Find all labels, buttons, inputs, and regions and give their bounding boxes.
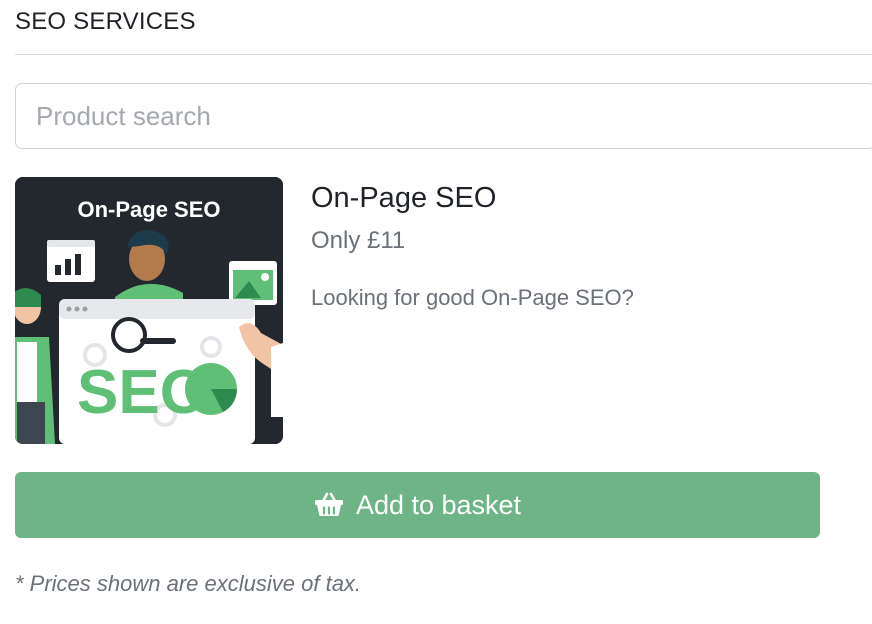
pie-chart-icon: [185, 363, 237, 415]
product-name[interactable]: On-Page SEO: [311, 182, 496, 215]
product-price: Only £11: [311, 227, 406, 254]
product-image[interactable]: On-Page SEO SEO: [15, 177, 283, 444]
product-search-input[interactable]: [15, 83, 872, 149]
section-title: SEO SERVICES: [15, 8, 196, 35]
add-to-basket-button[interactable]: Add to basket: [15, 472, 820, 538]
picture-icon: [229, 261, 277, 305]
product-page: SEO SERVICES On-Page SEO: [0, 0, 872, 624]
product-description: Looking for good On-Page SEO?: [311, 285, 634, 310]
tax-note: * Prices shown are exclusive of tax.: [15, 571, 362, 596]
bar-chart-icon: [47, 240, 95, 282]
add-to-basket-label: Add to basket: [355, 489, 522, 520]
image-heading-text: On-Page SEO: [77, 197, 220, 222]
section-divider: [15, 54, 872, 55]
basket-icon: [314, 492, 344, 518]
